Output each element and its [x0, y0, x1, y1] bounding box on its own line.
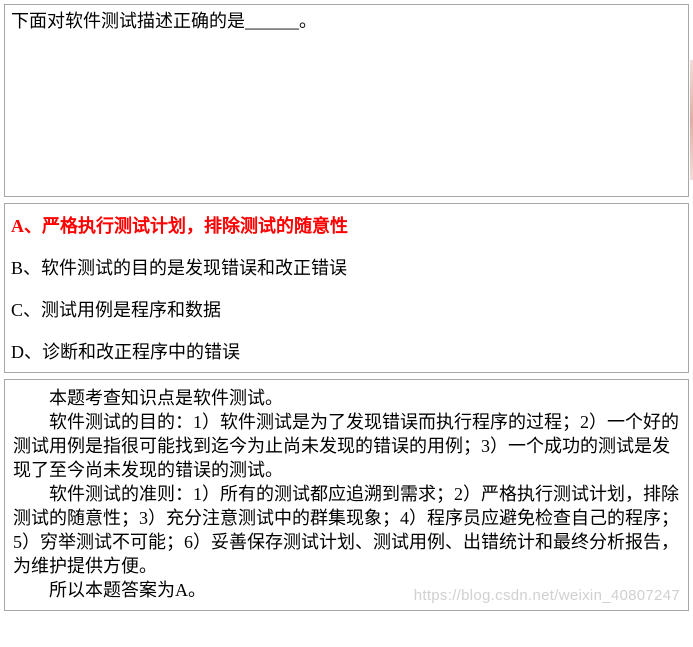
option-d[interactable]: D、诊断和改正程序中的错误: [11, 342, 682, 362]
explanation-line-3: 软件测试的准则：1）所有的测试都应追溯到需求；2）严格执行测试计划，排除测试的随…: [13, 482, 680, 578]
option-c[interactable]: C、测试用例是程序和数据: [11, 300, 682, 320]
question-panel: 下面对软件测试描述正确的是______。: [4, 4, 689, 197]
option-a-label: A、严格执行测试计划，排除测试的随意性: [11, 216, 348, 236]
option-a[interactable]: A、严格执行测试计划，排除测试的随意性: [11, 216, 682, 236]
option-b[interactable]: B、软件测试的目的是发现错误和改正错误: [11, 258, 682, 278]
option-c-label: C、测试用例是程序和数据: [11, 300, 221, 320]
option-d-label: D、诊断和改正程序中的错误: [11, 342, 240, 362]
explanation-line-1: 本题考查知识点是软件测试。: [13, 386, 680, 410]
option-b-label: B、软件测试的目的是发现错误和改正错误: [11, 258, 347, 278]
explanation-line-2: 软件测试的目的：1）软件测试是为了发现错误而执行程序的过程；2）一个好的测试用例…: [13, 410, 680, 482]
watermark: https://blog.csdn.net/weixin_40807247: [414, 584, 680, 608]
options-panel: A、严格执行测试计划，排除测试的随意性 B、软件测试的目的是发现错误和改正错误 …: [4, 203, 689, 373]
question-text: 下面对软件测试描述正确的是______。: [11, 11, 317, 31]
explanation-panel: 本题考查知识点是软件测试。 软件测试的目的：1）软件测试是为了发现错误而执行程序…: [4, 379, 689, 611]
